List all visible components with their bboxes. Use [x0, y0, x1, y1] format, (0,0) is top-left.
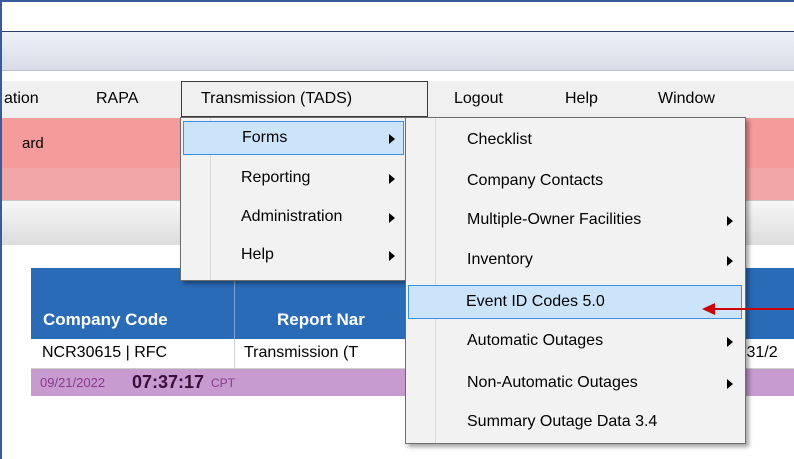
menu-item-company-contacts[interactable]: Company Contacts	[408, 165, 743, 199]
chevron-right-icon	[727, 216, 733, 226]
menu-item-forms[interactable]: Forms	[183, 121, 404, 155]
status-date: 09/21/2022	[40, 375, 106, 390]
menu-item-reporting-label: Reporting	[241, 169, 311, 186]
status-timezone: CPT	[211, 376, 235, 390]
chevron-right-icon	[389, 251, 395, 261]
menu-item-summary-outage-data[interactable]: Summary Outage Data 3.4	[408, 406, 743, 440]
menu-item-non-automatic-outages[interactable]: Non-Automatic Outages	[408, 367, 743, 401]
annotation-arrow-line	[714, 308, 794, 310]
menu-item-inventory[interactable]: Inventory	[408, 244, 743, 278]
menu-item-inventory-label: Inventory	[467, 251, 533, 268]
menu-item-checklist-label: Checklist	[467, 131, 532, 148]
menu-item-administration-label: Administration	[241, 208, 343, 225]
menu-item-forms-label: Forms	[242, 129, 288, 146]
chevron-right-icon	[389, 213, 395, 223]
menu-item-non-automatic-outages-label: Non-Automatic Outages	[467, 374, 638, 391]
cell-report-name: Transmission (T	[244, 344, 359, 361]
menu-item-window[interactable]: Window	[658, 90, 715, 108]
row-divider	[234, 339, 235, 369]
menu-item-logout[interactable]: Logout	[454, 90, 503, 108]
menu-item-reporting[interactable]: Reporting	[183, 162, 404, 196]
menu-item-event-id-codes[interactable]: Event ID Codes 5.0	[408, 285, 742, 319]
status-time: 07:37:17	[132, 372, 205, 392]
menu-item-transmission-tads[interactable]: Transmission (TADS)	[181, 81, 428, 117]
menu-item-ation[interactable]: ation	[4, 90, 39, 108]
menu-item-multiple-owner-label: Multiple-Owner Facilities	[467, 211, 642, 228]
tads-dropdown-menu: Forms Reporting Administration Help	[180, 117, 407, 281]
chevron-right-icon	[727, 379, 733, 389]
menu-item-multiple-owner-facilities[interactable]: Multiple-Owner Facilities	[408, 204, 743, 238]
menu-item-administration[interactable]: Administration	[183, 201, 404, 235]
title-bar	[2, 2, 794, 31]
menu-item-automatic-outages-label: Automatic Outages	[467, 332, 604, 349]
menu-item-automatic-outages[interactable]: Automatic Outages	[408, 325, 743, 359]
chevron-right-icon	[389, 134, 395, 144]
menu-item-event-id-codes-label: Event ID Codes 5.0	[466, 293, 605, 310]
column-header-company-code[interactable]: Company Code	[43, 310, 168, 330]
menu-item-summary-outage-label: Summary Outage Data 3.4	[467, 413, 658, 430]
annotation-arrow-icon	[702, 303, 715, 315]
menu-item-company-contacts-label: Company Contacts	[467, 172, 604, 189]
menu-item-rapa[interactable]: RAPA	[96, 90, 138, 108]
menu-item-help[interactable]: Help	[565, 90, 598, 108]
cell-date: /31/2	[742, 344, 778, 361]
menu-item-help-label: Help	[241, 246, 274, 263]
chevron-right-icon	[389, 174, 395, 184]
cell-company-code: NCR30615 | RFC	[42, 344, 168, 361]
notice-text: ard	[22, 135, 44, 152]
toolbar-band	[2, 31, 794, 71]
chevron-right-icon	[727, 337, 733, 347]
column-header-report-name[interactable]: Report Nar	[277, 310, 365, 330]
forms-submenu: Checklist Company Contacts Multiple-Owne…	[405, 117, 746, 444]
menu-item-checklist[interactable]: Checklist	[408, 124, 743, 158]
header-divider	[234, 278, 235, 339]
chevron-right-icon	[727, 256, 733, 266]
menu-item-help-sub[interactable]: Help	[183, 239, 404, 273]
menu-item-transmission-label: Transmission (TADS)	[201, 90, 353, 107]
